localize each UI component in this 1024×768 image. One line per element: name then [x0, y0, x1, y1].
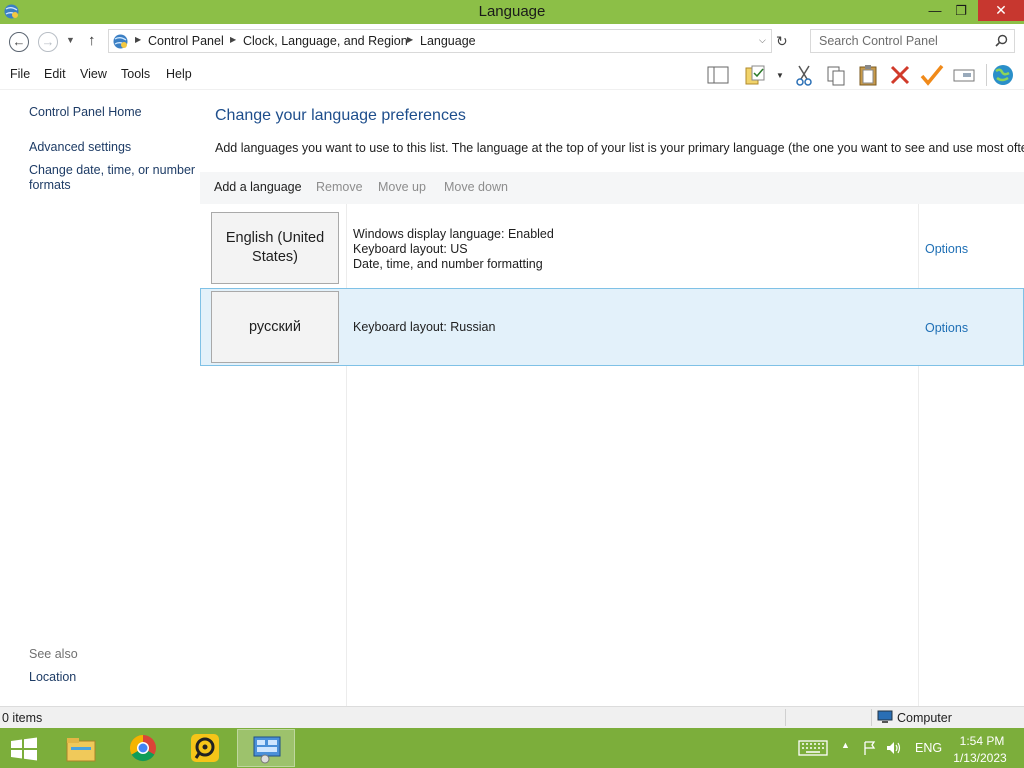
clock-date[interactable]: 1/13/2023 [948, 751, 1012, 765]
advanced-settings-link[interactable]: Advanced settings [29, 140, 197, 155]
menu-tools[interactable]: Tools [121, 67, 150, 81]
title-bar: Language — ❐ ✕ [0, 0, 1024, 24]
move-up-button[interactable]: Move up [378, 180, 426, 194]
status-divider [871, 709, 872, 726]
chevron-right-icon[interactable]: ▶ [135, 35, 141, 44]
language-details: Keyboard layout: Russian [353, 320, 495, 335]
minimize-button[interactable]: — [922, 0, 948, 21]
language-row-russian[interactable]: русский Keyboard layout: Russian Options [200, 288, 1024, 366]
formatting-info: Date, time, and number formatting [353, 257, 543, 271]
breadcrumb-clock-language-region[interactable]: Clock, Language, and Region [243, 34, 408, 48]
taskbar: ▲ ENG 1:54 PM 1/13/2023 [0, 728, 1024, 768]
file-explorer-icon [66, 738, 96, 762]
status-divider [785, 709, 786, 726]
action-center-flag-icon[interactable] [862, 740, 878, 756]
taskbar-chrome[interactable] [114, 729, 172, 767]
language-options-link[interactable]: Options [925, 321, 968, 335]
menu-help[interactable]: Help [166, 67, 192, 81]
page-title: Change your language preferences [215, 107, 466, 124]
keyboard-layout: Keyboard layout: US [353, 242, 468, 256]
location-link[interactable]: Location [29, 670, 197, 685]
change-date-time-formats-link[interactable]: Change date, time, or number formats [29, 163, 197, 193]
back-button[interactable]: ← [9, 32, 29, 52]
remote-desktop-app-icon [191, 734, 219, 762]
touch-keyboard-icon[interactable] [798, 740, 828, 756]
windows-start-icon[interactable] [9, 737, 39, 761]
chrome-icon [129, 734, 156, 762]
page-description: Add languages you want to use to this li… [215, 141, 1024, 155]
menu-file[interactable]: File [10, 67, 30, 81]
paste-icon[interactable] [855, 63, 881, 87]
up-level-button[interactable]: ↑ [88, 32, 96, 49]
menu-bar: File Edit View Tools Help ▼ [0, 60, 1024, 90]
language-action-bar: Add a language Remove Move up Move down [200, 172, 1024, 204]
properties-icon[interactable] [743, 63, 769, 87]
clock-time[interactable]: 1:54 PM [957, 734, 1007, 748]
taskbar-control-panel[interactable] [237, 729, 295, 767]
chevron-right-icon[interactable]: ▶ [230, 35, 236, 44]
display-language-status: Windows display language: Enabled [353, 227, 554, 241]
close-button[interactable]: ✕ [978, 0, 1024, 21]
menu-edit[interactable]: Edit [44, 67, 66, 81]
window-title: Language [478, 3, 546, 20]
move-down-button[interactable]: Move down [444, 180, 508, 194]
address-history-chevron-icon[interactable]: ⌵ [759, 35, 766, 46]
control-panel-home-link[interactable]: Control Panel Home [29, 105, 197, 120]
language-details: Windows display language: Enabled Keyboa… [353, 227, 554, 272]
delete-icon[interactable] [887, 63, 913, 87]
refresh-icon[interactable]: ↻ [776, 33, 788, 50]
address-field[interactable]: ▶ Control Panel ▶ Clock, Language, and R… [108, 29, 772, 53]
address-bar: ← → ▼ ↑ ▶ Control Panel ▶ Clock, Languag… [0, 24, 1024, 58]
checkmark-icon[interactable] [919, 63, 945, 87]
chevron-right-icon[interactable]: ▶ [407, 35, 413, 44]
show-hidden-icons-chevron-icon[interactable]: ▲ [841, 740, 850, 750]
remove-language-button[interactable]: Remove [316, 180, 363, 194]
taskbar-file-explorer[interactable] [52, 729, 110, 767]
volume-icon[interactable] [886, 740, 902, 756]
breadcrumb-control-panel[interactable]: Control Panel [148, 34, 224, 48]
computer-icon [877, 710, 893, 723]
forward-button[interactable]: → [38, 32, 58, 52]
language-tile[interactable]: English (United States) [211, 212, 339, 284]
see-also-label: See also [29, 647, 78, 661]
control-panel-globe-icon [113, 34, 128, 49]
copy-icon[interactable] [823, 63, 849, 87]
search-input[interactable] [811, 30, 991, 52]
rename-icon[interactable] [951, 63, 977, 87]
security-zone: Computer [897, 711, 952, 725]
language-options-link[interactable]: Options [925, 242, 968, 256]
left-navigation-pane: Control Panel Home Advanced settings Cha… [0, 91, 200, 706]
control-panel-icon [253, 736, 281, 764]
globe-icon[interactable] [990, 63, 1016, 87]
properties-dropdown-icon[interactable]: ▼ [776, 71, 784, 80]
breadcrumb-language[interactable]: Language [420, 34, 476, 48]
menu-view[interactable]: View [80, 67, 107, 81]
item-count: 0 items [2, 711, 43, 725]
recent-locations-dropdown-icon[interactable]: ▼ [66, 35, 75, 45]
language-row-english[interactable]: English (United States) Windows display … [200, 204, 1024, 284]
layout-pane-icon[interactable] [705, 63, 731, 87]
input-language-indicator[interactable]: ENG [915, 741, 942, 755]
keyboard-layout: Keyboard layout: Russian [353, 320, 496, 334]
maximize-button[interactable]: ❐ [948, 0, 974, 21]
taskbar-remote-app[interactable] [176, 729, 234, 767]
language-tile[interactable]: русский [211, 291, 339, 363]
status-bar: 0 items Computer [0, 706, 1024, 728]
search-icon[interactable] [995, 34, 1008, 47]
add-language-button[interactable]: Add a language [214, 180, 302, 194]
search-box[interactable] [810, 29, 1015, 53]
toolbar-divider [986, 64, 987, 86]
cut-icon[interactable] [791, 63, 817, 87]
